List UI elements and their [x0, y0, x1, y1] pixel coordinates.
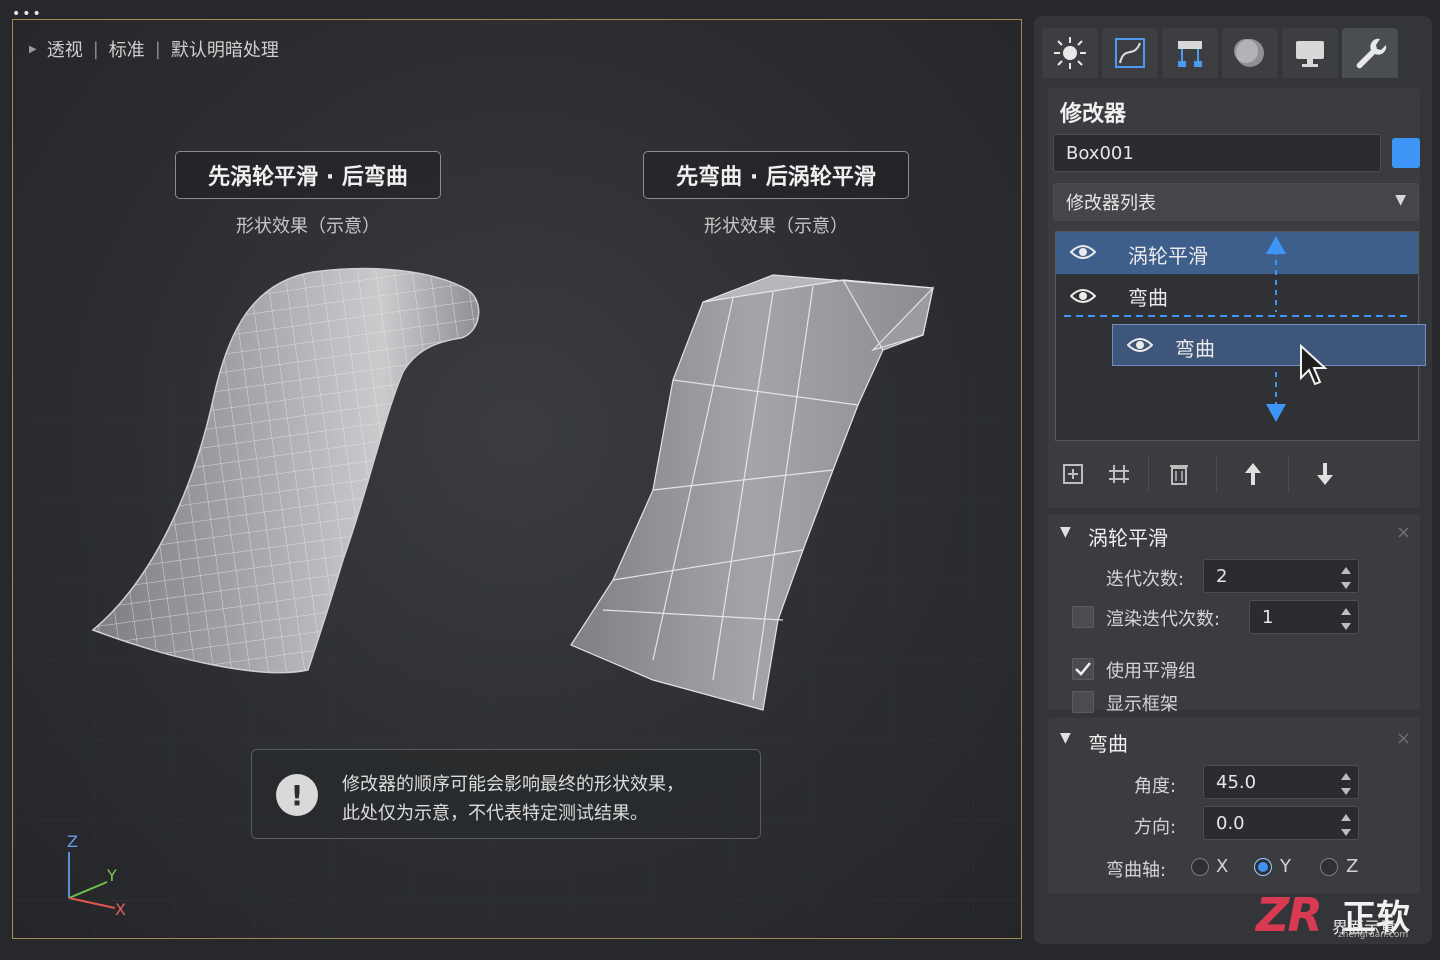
right-caption-subtitle: 形状效果（示意）: [704, 216, 848, 237]
sphere-icon: [1234, 39, 1264, 67]
eye-icon: [1126, 335, 1154, 360]
watermark: ZR 正软 界面示意 zhengruan.com: [1256, 888, 1436, 948]
axis-z-radio[interactable]: [1320, 858, 1338, 876]
render-iterations-checkbox[interactable]: [1072, 606, 1094, 628]
angle-label: 角度:: [1134, 776, 1177, 797]
delete-modifier-button[interactable]: [1160, 458, 1198, 490]
watermark-logo: ZR: [1256, 888, 1323, 942]
angle-spinner[interactable]: 45.0: [1203, 765, 1359, 799]
isoline-checkbox[interactable]: [1072, 691, 1094, 713]
pin-stack-button[interactable]: [1054, 458, 1092, 490]
smoothing-groups-checkbox[interactable]: [1072, 658, 1094, 680]
direction-value: 0.0: [1216, 812, 1245, 834]
left-caption-box: 先涡轮平滑 · 后弯曲: [175, 151, 441, 199]
right-caption-box: 先弯曲 · 后涡轮平滑: [643, 151, 909, 199]
tab-utilities[interactable]: [1342, 28, 1398, 78]
axis-z-option: Z: [1346, 856, 1359, 877]
delete-icon: [1170, 465, 1188, 485]
spinner-arrows-icon[interactable]: [1340, 564, 1352, 592]
tab-modify-select[interactable]: [1102, 28, 1158, 78]
move-up-button[interactable]: [1234, 458, 1272, 490]
close-icon[interactable]: ×: [1396, 728, 1411, 749]
axis-y-option: Y: [1280, 856, 1291, 877]
modifier-header: 修改器: [1060, 102, 1127, 127]
monitor-icon: [1296, 41, 1324, 67]
render-iterations-label: 渲染迭代次数:: [1106, 609, 1221, 630]
configure-sets-icon: [1109, 465, 1129, 483]
object-color-swatch[interactable]: [1392, 138, 1420, 168]
iterations-spinner[interactable]: 2: [1203, 559, 1359, 593]
panel-tabs: [1042, 28, 1398, 78]
bend-axis-label: 弯曲轴:: [1106, 860, 1167, 881]
tab-create[interactable]: [1042, 28, 1098, 78]
watermark-url: zhengruan.com: [1338, 930, 1409, 940]
collapse-triangle-icon[interactable]: ▼: [1060, 524, 1071, 540]
notice-box: ! 修改器的顺序可能会影响最终的形状效果， 此处仅为示意，不代表特定测试结果。: [251, 749, 761, 839]
axis-x-option: X: [1216, 856, 1229, 877]
move-down-button[interactable]: [1306, 458, 1344, 490]
mouse-cursor-icon: [1300, 344, 1328, 386]
spinner-arrows-icon[interactable]: [1340, 811, 1352, 839]
command-panel: 修改器 Box001 修改器列表 ▼ 涡轮平滑 弯曲 弯曲 ▼ 涡轮平滑 × 迭…: [1034, 16, 1432, 944]
turbosmooth-rollout: ▼ 涡轮平滑 × 迭代次数: 2 渲染迭代次数: 1 使用平滑组 显示框架: [1048, 514, 1420, 715]
tab-display[interactable]: [1282, 28, 1338, 78]
axis-x-label: X: [115, 900, 126, 919]
perspective-viewport[interactable]: ▶ 透视 | 标准 | 默认明暗处理 先涡轮平滑 · 后弯曲 形状效果（示意） …: [12, 19, 1022, 939]
view-mode-label[interactable]: 透视: [47, 36, 83, 62]
iterations-value: 2: [1216, 565, 1228, 587]
notice-line-2: 此处仅为示意，不代表特定测试结果。: [342, 803, 648, 824]
floor-grid: [13, 380, 1021, 938]
axis-y-radio[interactable]: [1254, 858, 1272, 876]
modifier-list-label: 修改器列表: [1066, 193, 1156, 214]
configure-sets-button[interactable]: [1100, 458, 1138, 490]
warning-icon: !: [276, 774, 318, 816]
pin-stack-icon: [1063, 464, 1083, 484]
viewport-menu-triangle-icon[interactable]: ▶: [29, 44, 37, 55]
move-down-icon: [1317, 463, 1333, 485]
shading-mode-label[interactable]: 默认明暗处理: [171, 36, 279, 62]
bend-rollout: ▼ 弯曲 × 角度: 45.0 方向: 0.0 弯曲轴: X Y Z: [1048, 718, 1420, 894]
dragging-stack-item-bend[interactable]: 弯曲: [1112, 324, 1426, 366]
turbosmooth-title[interactable]: 涡轮平滑: [1088, 522, 1168, 551]
isoline-label: 显示框架: [1106, 694, 1178, 715]
render-iterations-spinner[interactable]: 1: [1249, 600, 1359, 634]
modifier-section: 修改器 Box001 修改器列表 ▼ 涡轮平滑 弯曲 弯曲: [1048, 88, 1426, 508]
wrench-icon: [1356, 38, 1387, 69]
spinner-arrows-icon[interactable]: [1340, 605, 1352, 633]
modifier-list-dropdown[interactable]: 修改器列表 ▼: [1053, 183, 1419, 221]
axis-y-label: Y: [107, 866, 117, 885]
left-caption-subtitle: 形状效果（示意）: [236, 216, 380, 237]
iterations-label: 迭代次数:: [1106, 569, 1185, 590]
direction-spinner[interactable]: 0.0: [1203, 806, 1359, 840]
view-standard-label[interactable]: 标准: [109, 36, 145, 62]
checkmark-icon: [1075, 662, 1091, 676]
bend-title[interactable]: 弯曲: [1088, 728, 1128, 757]
viewport-label[interactable]: ▶ 透视 | 标准 | 默认明暗处理: [29, 36, 279, 62]
chevron-down-icon: ▼: [1395, 192, 1406, 208]
axis-x-radio[interactable]: [1191, 858, 1209, 876]
hierarchy-icon: [1178, 41, 1202, 67]
notice-line-1: 修改器的顺序可能会影响最终的形状效果，: [342, 774, 684, 795]
angle-value: 45.0: [1216, 771, 1257, 793]
collapse-triangle-icon[interactable]: ▼: [1060, 730, 1071, 746]
render-iterations-value: 1: [1262, 606, 1274, 628]
smoothing-groups-label: 使用平滑组: [1106, 661, 1196, 682]
move-up-icon: [1245, 463, 1261, 485]
drag-item-label: 弯曲: [1175, 337, 1215, 361]
direction-label: 方向:: [1134, 817, 1177, 838]
spinner-arrows-icon[interactable]: [1340, 770, 1352, 798]
axis-z-label: Z: [67, 832, 78, 851]
tab-hierarchy[interactable]: [1162, 28, 1218, 78]
tab-motion[interactable]: [1222, 28, 1278, 78]
object-name-field[interactable]: Box001: [1053, 134, 1381, 172]
curve-select-icon: [1115, 38, 1145, 68]
close-icon[interactable]: ×: [1396, 522, 1411, 543]
sun-icon: [1054, 37, 1086, 69]
